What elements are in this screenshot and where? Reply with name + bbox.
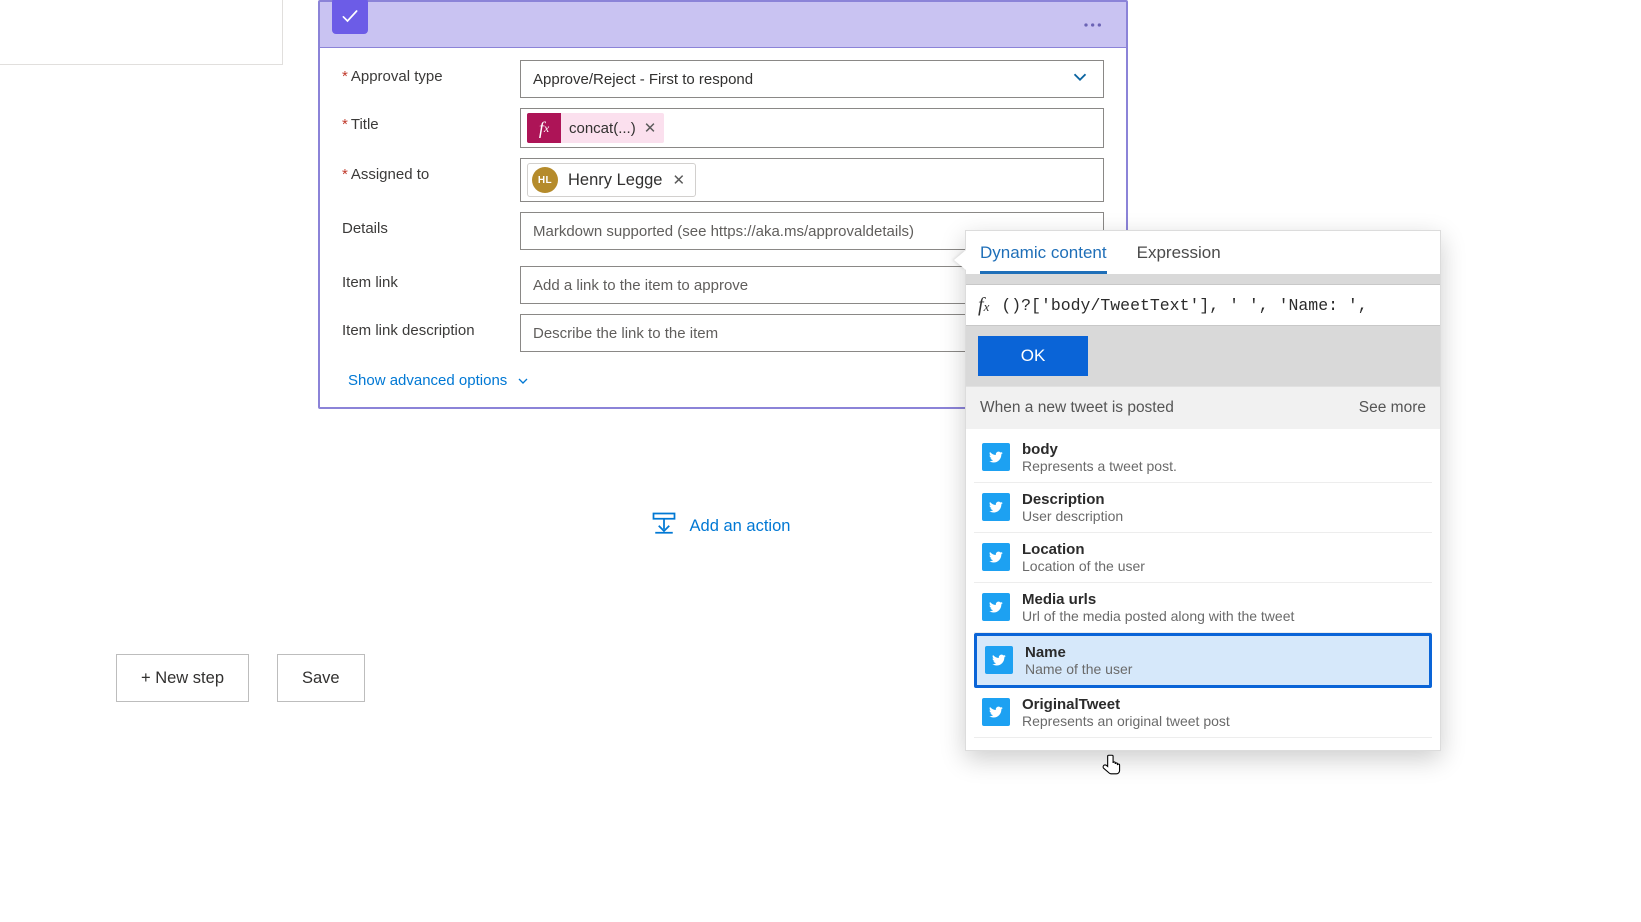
approval-icon xyxy=(332,0,368,34)
avatar: HL xyxy=(532,167,558,193)
tab-expression[interactable]: Expression xyxy=(1137,243,1221,274)
add-action-icon xyxy=(650,510,678,543)
new-step-button[interactable]: + New step xyxy=(116,654,249,702)
dyn-item-body[interactable]: bodyRepresents a tweet post. xyxy=(974,433,1432,483)
fx-badge-icon: fx xyxy=(527,113,561,143)
bottom-buttons: + New step Save xyxy=(116,654,365,702)
save-button[interactable]: Save xyxy=(277,654,365,702)
label-details: Details xyxy=(342,212,520,237)
twitter-icon xyxy=(982,493,1010,521)
add-action-button[interactable]: Add an action xyxy=(650,510,791,543)
twitter-icon xyxy=(982,698,1010,726)
dyn-item-desc: User description xyxy=(1022,508,1424,524)
show-advanced-toggle[interactable]: Show advanced options xyxy=(348,372,531,389)
card-menu-icon[interactable] xyxy=(1082,17,1114,33)
twitter-icon xyxy=(982,593,1010,621)
dyn-item-description[interactable]: DescriptionUser description xyxy=(974,483,1432,533)
dyn-item-title: Media urls xyxy=(1022,591,1424,608)
label-assigned-to: *Assigned to xyxy=(342,158,520,183)
label-approval-type: *Approval type xyxy=(342,60,520,85)
twitter-icon xyxy=(985,646,1013,674)
cursor-icon xyxy=(1099,751,1125,783)
dyn-item-title: Description xyxy=(1022,491,1424,508)
fx-token[interactable]: fx concat(...) ✕ xyxy=(527,113,664,143)
remove-token-icon[interactable]: ✕ xyxy=(644,119,657,137)
card-header[interactable] xyxy=(320,2,1126,48)
see-more-link[interactable]: See more xyxy=(1359,399,1426,417)
label-title: *Title xyxy=(342,108,520,133)
chevron-down-icon xyxy=(1069,66,1091,92)
assigned-to-field[interactable]: HL Henry Legge ✕ xyxy=(520,158,1104,202)
label-item-link-desc: Item link description xyxy=(342,314,520,339)
dyn-item-name[interactable]: NameName of the user xyxy=(974,633,1432,688)
ok-button[interactable]: OK xyxy=(978,336,1088,376)
remove-person-icon[interactable]: ✕ xyxy=(672,171,685,189)
fx-icon: fx xyxy=(978,294,989,317)
dyn-item-title: body xyxy=(1022,441,1424,458)
expression-input[interactable]: fx ()?['body/TweetText'], ' ', 'Name: ', xyxy=(966,284,1440,326)
dyn-item-title: OriginalTweet xyxy=(1022,696,1424,713)
title-field[interactable]: fx concat(...) ✕ xyxy=(520,108,1104,148)
dyn-item-title: Name xyxy=(1025,644,1421,661)
person-token[interactable]: HL Henry Legge ✕ xyxy=(527,163,696,197)
dyn-item-desc: Represents a tweet post. xyxy=(1022,458,1424,474)
dyn-item-title: Location xyxy=(1022,541,1424,558)
dyn-item-media-urls[interactable]: Media urlsUrl of the media posted along … xyxy=(974,583,1432,633)
twitter-icon xyxy=(982,543,1010,571)
label-item-link: Item link xyxy=(342,266,520,291)
dyn-item-originaltweet[interactable]: OriginalTweetRepresents an original twee… xyxy=(974,688,1432,738)
dynamic-section-header: When a new tweet is posted See more xyxy=(966,386,1440,429)
dyn-item-desc: Url of the media posted along with the t… xyxy=(1022,608,1424,624)
twitter-icon xyxy=(982,443,1010,471)
dyn-item-location[interactable]: LocationLocation of the user xyxy=(974,533,1432,583)
dyn-item-desc: Represents an original tweet post xyxy=(1022,713,1424,729)
dyn-item-desc: Name of the user xyxy=(1025,661,1421,677)
tab-dynamic-content[interactable]: Dynamic content xyxy=(980,243,1107,274)
dyn-item-desc: Location of the user xyxy=(1022,558,1424,574)
expression-popout: Dynamic content Expression fx ()?['body/… xyxy=(965,230,1441,751)
approval-type-dropdown[interactable]: Approve/Reject - First to respond xyxy=(520,60,1104,98)
chevron-down-icon xyxy=(515,373,531,389)
